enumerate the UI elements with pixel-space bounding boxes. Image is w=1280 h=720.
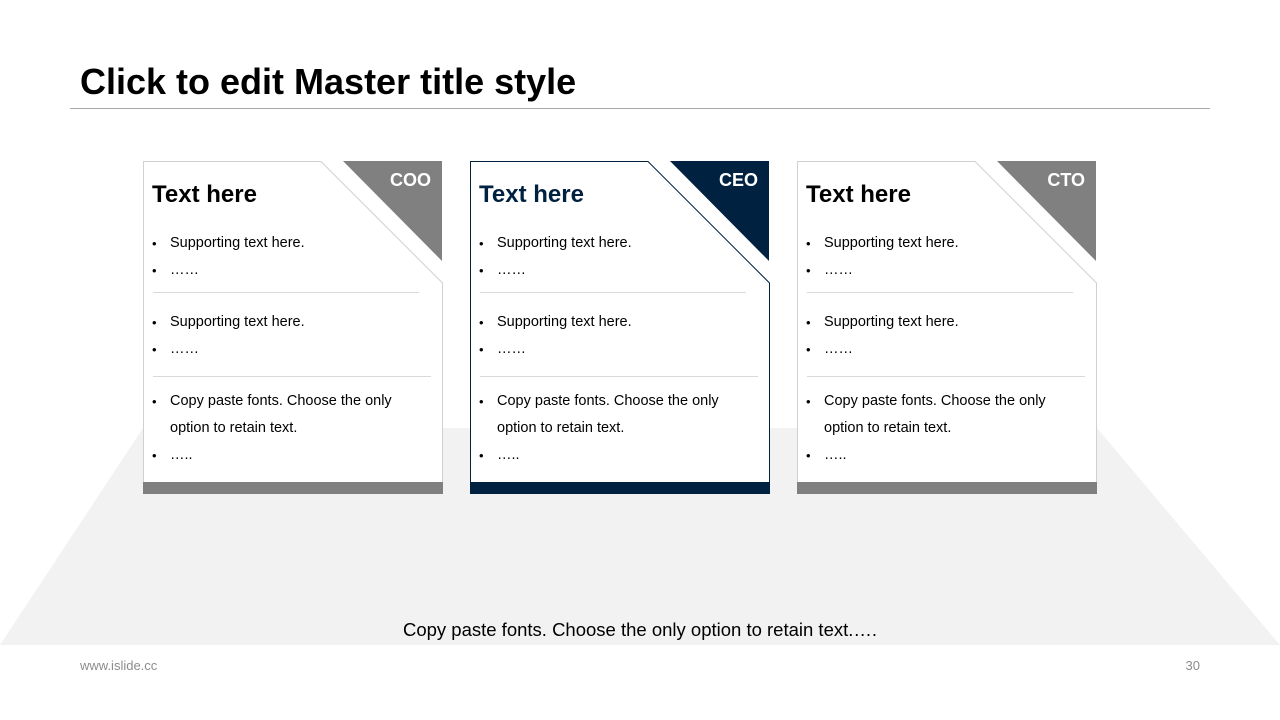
separator bbox=[480, 292, 746, 293]
list-item[interactable]: option to retain text. bbox=[152, 415, 392, 442]
footer-url: www.islide.cc bbox=[80, 658, 158, 673]
separator bbox=[153, 376, 431, 377]
bullet-list: Supporting text here. …… bbox=[806, 230, 959, 284]
role-label: CEO bbox=[718, 170, 758, 190]
bullet-list: Copy paste fonts. Choose the only option… bbox=[806, 388, 1046, 469]
card-coo[interactable]: Text here COO Supporting text here. …… S… bbox=[143, 161, 443, 494]
bullet-list: Supporting text here. …… bbox=[479, 309, 632, 363]
list-item[interactable]: Copy paste fonts. Choose the only bbox=[806, 388, 1046, 415]
bullet-list: Supporting text here. …… bbox=[152, 230, 305, 284]
list-item[interactable]: Supporting text here. bbox=[806, 309, 959, 336]
bullet-list: Supporting text here. …… bbox=[152, 309, 305, 363]
list-item[interactable]: Supporting text here. bbox=[152, 230, 305, 257]
list-item[interactable]: …… bbox=[806, 257, 959, 284]
separator bbox=[480, 376, 758, 377]
card-ceo[interactable]: Text here CEO Supporting text here. …… S… bbox=[470, 161, 770, 494]
list-item[interactable]: Supporting text here. bbox=[806, 230, 959, 257]
card-heading[interactable]: Text here bbox=[152, 180, 257, 210]
list-item[interactable]: Copy paste fonts. Choose the only bbox=[479, 388, 719, 415]
bullet-list: Copy paste fonts. Choose the only option… bbox=[479, 388, 719, 469]
bullet-list: Copy paste fonts. Choose the only option… bbox=[152, 388, 392, 469]
role-label: CTO bbox=[1047, 170, 1085, 190]
separator bbox=[807, 292, 1073, 293]
list-item[interactable]: option to retain text. bbox=[479, 415, 719, 442]
page-number: 30 bbox=[1185, 658, 1200, 673]
list-item[interactable]: ….. bbox=[479, 442, 719, 469]
title-divider bbox=[70, 108, 1210, 109]
card-heading[interactable]: Text here bbox=[479, 180, 584, 210]
card-cto[interactable]: Text here CTO Supporting text here. …… S… bbox=[797, 161, 1097, 494]
bullet-list: Supporting text here. …… bbox=[806, 309, 959, 363]
card-bottom-bar bbox=[797, 482, 1097, 494]
list-item[interactable]: …… bbox=[152, 257, 305, 284]
list-item[interactable]: Supporting text here. bbox=[152, 309, 305, 336]
list-item[interactable]: Supporting text here. bbox=[479, 230, 632, 257]
list-item[interactable]: ….. bbox=[152, 442, 392, 469]
separator bbox=[153, 292, 419, 293]
stage-caption[interactable]: Copy paste fonts. Choose the only option… bbox=[0, 618, 1280, 642]
bullet-list: Supporting text here. …… bbox=[479, 230, 632, 284]
card-bottom-bar bbox=[143, 482, 443, 494]
list-item[interactable]: Copy paste fonts. Choose the only bbox=[152, 388, 392, 415]
list-item[interactable]: …… bbox=[152, 336, 305, 363]
separator bbox=[807, 376, 1085, 377]
list-item[interactable]: Supporting text here. bbox=[479, 309, 632, 336]
slide-title[interactable]: Click to edit Master title style bbox=[80, 60, 576, 104]
card-heading[interactable]: Text here bbox=[806, 180, 911, 210]
list-item[interactable]: ….. bbox=[806, 442, 1046, 469]
list-item[interactable]: option to retain text. bbox=[806, 415, 1046, 442]
list-item[interactable]: …… bbox=[806, 336, 959, 363]
role-label: COO bbox=[389, 170, 431, 190]
list-item[interactable]: …… bbox=[479, 257, 632, 284]
list-item[interactable]: …… bbox=[479, 336, 632, 363]
card-bottom-bar bbox=[470, 482, 770, 494]
